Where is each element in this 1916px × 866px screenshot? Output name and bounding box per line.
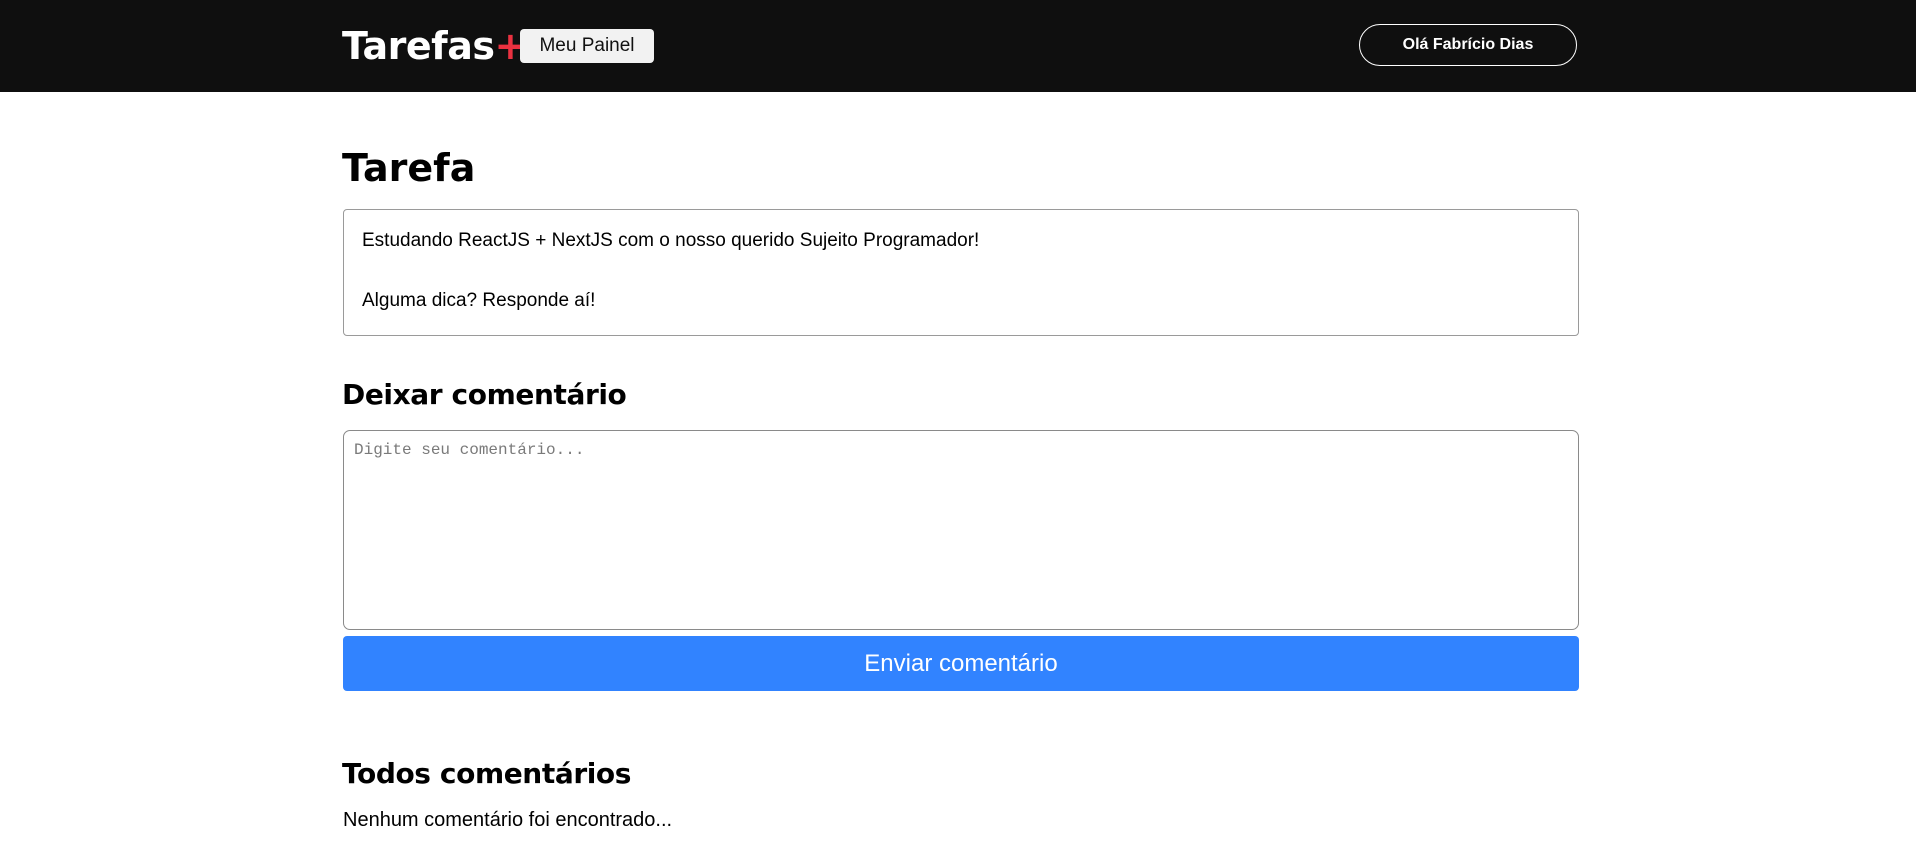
brand-text: Tarefas — [342, 24, 495, 68]
brand-logo[interactable]: Tarefas+ — [342, 22, 526, 70]
all-comments-title: Todos comentários — [342, 757, 632, 790]
page-title: Tarefa — [342, 146, 476, 190]
empty-comments-message: Nenhum comentário foi encontrado... — [343, 809, 673, 831]
comment-textarea[interactable] — [343, 430, 1579, 630]
task-text-line-1: Estudando ReactJS + NextJS com o nosso q… — [362, 230, 980, 251]
top-header: Tarefas+ Meu Painel Olá Fabrício Dias — [0, 0, 1916, 92]
task-text-spacer — [362, 256, 1560, 286]
send-comment-button[interactable]: Enviar comentário — [343, 636, 1579, 691]
task-description-box: Estudando ReactJS + NextJS com o nosso q… — [343, 209, 1579, 336]
comment-form-title: Deixar comentário — [342, 378, 627, 411]
task-text-line-2: Alguma dica? Responde aí! — [362, 290, 596, 311]
user-greeting-button[interactable]: Olá Fabrício Dias — [1359, 24, 1577, 66]
my-panel-button[interactable]: Meu Painel — [520, 29, 654, 63]
